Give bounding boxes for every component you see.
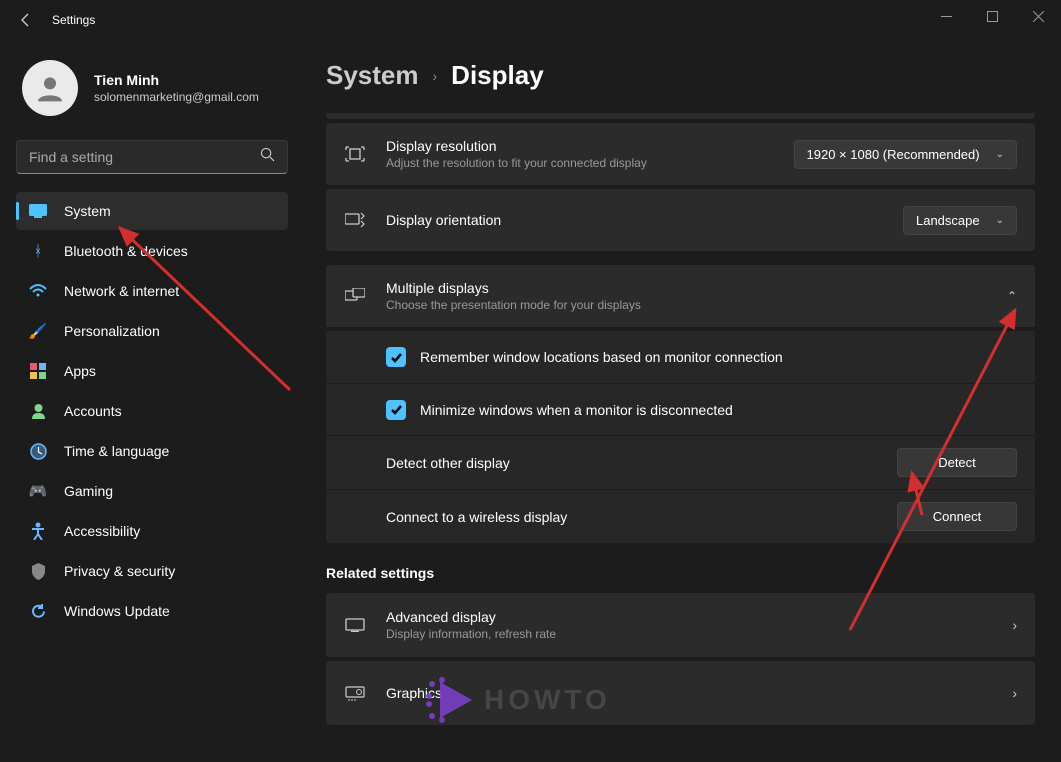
chevron-right-icon: ›: [1012, 617, 1017, 633]
minimize-disconnected-label: Minimize windows when a monitor is disco…: [420, 402, 733, 418]
orientation-icon: [344, 212, 366, 228]
sidebar-item-label: Time & language: [64, 443, 169, 459]
display-orientation-card[interactable]: Display orientation Landscape ⌄: [326, 189, 1035, 251]
wifi-icon: [28, 281, 48, 301]
maximize-button[interactable]: [969, 0, 1015, 32]
sidebar-item-bluetooth[interactable]: ᚼ Bluetooth & devices: [16, 232, 288, 270]
chevron-right-icon: ›: [1012, 685, 1017, 701]
person-icon: [28, 401, 48, 421]
content-area: System › Display Display resolution Adju…: [300, 40, 1061, 762]
advanced-sub: Display information, refresh rate: [386, 627, 1012, 641]
minimize-disconnected-checkbox[interactable]: [386, 400, 406, 420]
orientation-title: Display orientation: [386, 212, 903, 228]
advanced-display-icon: [344, 618, 366, 632]
resolution-title: Display resolution: [386, 138, 794, 154]
update-icon: [28, 601, 48, 621]
brush-icon: 🖌️: [28, 321, 48, 341]
display-resolution-card[interactable]: Display resolution Adjust the resolution…: [326, 123, 1035, 185]
graphics-title: Graphics: [386, 685, 1012, 701]
search-icon: [260, 147, 275, 167]
breadcrumb-parent[interactable]: System: [326, 60, 419, 91]
sidebar-item-network[interactable]: Network & internet: [16, 272, 288, 310]
breadcrumb-current: Display: [451, 60, 544, 91]
graphics-icon: [344, 685, 366, 701]
back-button[interactable]: [12, 12, 40, 28]
orientation-value: Landscape: [916, 213, 980, 228]
chevron-up-icon: ⌃: [1007, 289, 1017, 303]
detect-button[interactable]: Detect: [897, 448, 1017, 477]
chevron-down-icon: ⌄: [996, 215, 1004, 226]
clock-icon: [28, 441, 48, 461]
multiple-displays-expanded: Remember window locations based on monit…: [326, 331, 1035, 543]
multiple-displays-icon: [344, 288, 366, 304]
multiple-title: Multiple displays: [386, 280, 1007, 296]
avatar: [22, 60, 78, 116]
sidebar-item-gaming[interactable]: 🎮 Gaming: [16, 472, 288, 510]
remember-locations-checkbox[interactable]: [386, 347, 406, 367]
sidebar-item-label: Accounts: [64, 403, 122, 419]
sidebar-item-accounts[interactable]: Accounts: [16, 392, 288, 430]
sidebar-item-label: Privacy & security: [64, 563, 175, 579]
minimize-button[interactable]: [923, 0, 969, 32]
orientation-select[interactable]: Landscape ⌄: [903, 206, 1017, 235]
sidebar-item-label: Windows Update: [64, 603, 170, 619]
profile-email: solomenmarketing@gmail.com: [94, 90, 259, 104]
sidebar-item-label: Bluetooth & devices: [64, 243, 188, 259]
resolution-icon: [344, 146, 366, 162]
sidebar-item-privacy[interactable]: Privacy & security: [16, 552, 288, 590]
connect-button[interactable]: Connect: [897, 502, 1017, 531]
search-box[interactable]: [16, 140, 288, 174]
profile-block[interactable]: Tien Minh solomenmarketing@gmail.com: [16, 60, 288, 116]
detect-row: Detect other display Detect: [326, 435, 1035, 489]
sidebar-item-accessibility[interactable]: Accessibility: [16, 512, 288, 550]
bluetooth-icon: ᚼ: [28, 241, 48, 261]
sidebar-item-time[interactable]: Time & language: [16, 432, 288, 470]
remember-locations-label: Remember window locations based on monit…: [420, 349, 783, 365]
chevron-right-icon: ›: [433, 68, 438, 84]
sidebar-item-label: Accessibility: [64, 523, 140, 539]
close-button[interactable]: [1015, 0, 1061, 32]
sidebar-item-system[interactable]: System: [16, 192, 288, 230]
multiple-sub: Choose the presentation mode for your di…: [386, 298, 1007, 312]
app-title: Settings: [52, 13, 95, 27]
connect-row: Connect to a wireless display Connect: [326, 489, 1035, 543]
advanced-display-card[interactable]: Advanced display Display information, re…: [326, 593, 1035, 657]
detect-label: Detect other display: [386, 455, 897, 471]
sidebar-item-label: Gaming: [64, 483, 113, 499]
resolution-value: 1920 × 1080 (Recommended): [807, 147, 980, 162]
sidebar-item-label: Apps: [64, 363, 96, 379]
sidebar-item-label: Network & internet: [64, 283, 179, 299]
gamepad-icon: 🎮: [28, 481, 48, 501]
minimize-disconnected-row[interactable]: Minimize windows when a monitor is disco…: [326, 383, 1035, 435]
shield-icon: [28, 561, 48, 581]
advanced-title: Advanced display: [386, 609, 1012, 625]
connect-label: Connect to a wireless display: [386, 509, 897, 525]
chevron-down-icon: ⌄: [996, 149, 1004, 160]
accessibility-icon: [28, 521, 48, 541]
remember-locations-row[interactable]: Remember window locations based on monit…: [326, 331, 1035, 383]
related-heading: Related settings: [326, 565, 1035, 581]
apps-icon: [28, 361, 48, 381]
profile-name: Tien Minh: [94, 72, 259, 88]
sidebar-item-apps[interactable]: Apps: [16, 352, 288, 390]
sidebar: Tien Minh solomenmarketing@gmail.com Sys…: [0, 40, 300, 762]
multiple-displays-card[interactable]: Multiple displays Choose the presentatio…: [326, 265, 1035, 327]
system-icon: [28, 201, 48, 221]
breadcrumb: System › Display: [326, 60, 1035, 91]
sidebar-item-label: System: [64, 203, 111, 219]
resolution-select[interactable]: 1920 × 1080 (Recommended) ⌄: [794, 140, 1017, 169]
search-input[interactable]: [29, 149, 260, 165]
graphics-card[interactable]: Graphics ›: [326, 661, 1035, 725]
resolution-sub: Adjust the resolution to fit your connec…: [386, 156, 794, 170]
sidebar-item-label: Personalization: [64, 323, 160, 339]
sidebar-item-update[interactable]: Windows Update: [16, 592, 288, 630]
sidebar-item-personalization[interactable]: 🖌️ Personalization: [16, 312, 288, 350]
